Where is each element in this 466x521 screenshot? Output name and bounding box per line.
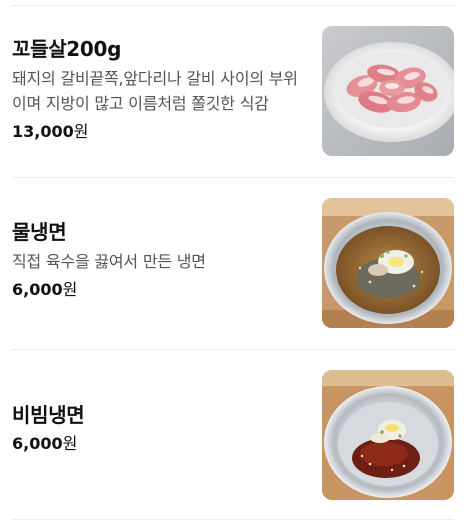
menu-item-description: 직접 육수을 끓여서 만든 냉면 [12,252,206,271]
menu-item-text: 물냉면 직접 육수을 끓여서 만든 냉면 6,000원 [12,219,304,301]
menu-item-name: 물냉면 [12,220,67,244]
price-value: 6,000 [12,280,63,299]
currency-suffix: 원 [62,280,78,299]
menu-item-price: 13,000원 [12,121,304,143]
spicy-mixed-noodles-photo[interactable] [322,370,454,500]
menu-item-kkodeulsal[interactable]: 꼬들살200g 돼지의 갈비끝쪽,앞다리나 갈비 사이의 부위이며 지방이 많고… [0,6,466,177]
menu-item-mul-naengmyeon[interactable]: 물냉면 직접 육수을 끓여서 만든 냉면 6,000원 [0,178,466,349]
price-value: 6,000 [12,434,63,453]
divider [12,519,454,520]
menu-item-name: 꼬들살200g [12,37,122,61]
menu-item-price: 6,000원 [12,279,304,301]
price-value: 13,000 [12,122,74,141]
currency-suffix: 원 [62,434,78,453]
currency-suffix: 원 [73,122,89,141]
sliced-pork-plate-photo[interactable] [322,26,454,156]
menu-item-price: 6,000원 [12,433,304,455]
menu-item-text: 비빔냉면 6,000원 [12,402,304,455]
cold-broth-noodles-photo[interactable] [322,198,454,328]
menu-item-bibim-naengmyeon[interactable]: 비빔냉면 6,000원 [0,350,466,521]
menu-item-description: 돼지의 갈비끝쪽,앞다리나 갈비 사이의 부위이며 지방이 많고 이름처럼 쫄깃… [12,69,298,113]
menu-item-text: 꼬들살200g 돼지의 갈비끝쪽,앞다리나 갈비 사이의 부위이며 지방이 많고… [12,36,304,143]
menu-item-name: 비빔냉면 [12,403,85,427]
